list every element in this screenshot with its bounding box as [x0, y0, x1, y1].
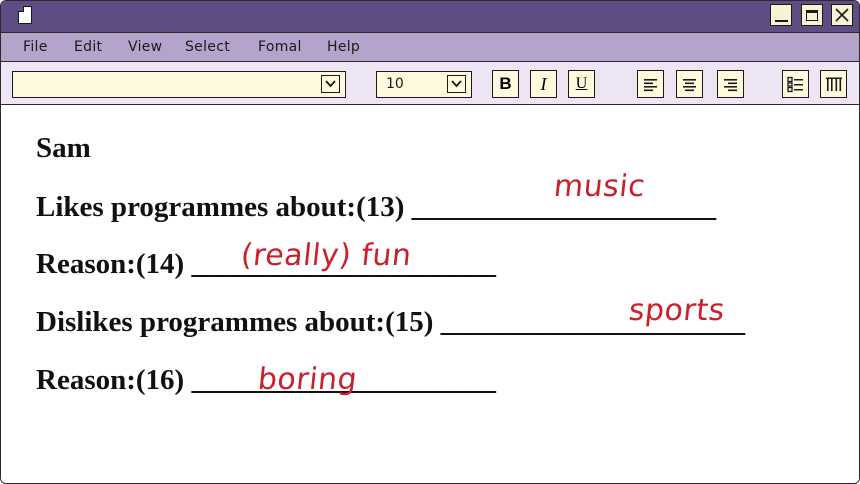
- answer-15: sports: [627, 293, 727, 328]
- menu-format[interactable]: Fomal: [258, 39, 302, 55]
- menu-bar: File Edit View Select Fomal Help: [1, 33, 859, 62]
- font-size-select[interactable]: 10: [376, 71, 472, 98]
- underline-button[interactable]: U: [568, 70, 595, 98]
- title-bar[interactable]: [1, 1, 859, 33]
- question-14-label: Reason:(14): [36, 248, 185, 280]
- font-size-value: 10: [386, 76, 404, 92]
- toolbar: 10 B I U: [1, 62, 859, 105]
- question-16-label: Reason:(16): [36, 364, 185, 396]
- minimize-icon: [774, 19, 788, 22]
- close-button[interactable]: [831, 4, 853, 26]
- bold-button[interactable]: B: [492, 70, 519, 98]
- align-right-button[interactable]: [717, 70, 744, 98]
- align-left-icon: [644, 78, 657, 91]
- font-dropdown-button[interactable]: [321, 75, 340, 93]
- menu-view[interactable]: View: [128, 39, 162, 55]
- maximize-button[interactable]: [801, 4, 823, 26]
- chevron-down-icon: [325, 80, 336, 88]
- answer-14: (really) fun: [239, 238, 414, 273]
- size-dropdown-button[interactable]: [447, 75, 466, 93]
- bullet-list-button[interactable]: [782, 70, 809, 98]
- minimize-button[interactable]: [770, 4, 792, 26]
- menu-file[interactable]: File: [23, 39, 48, 55]
- columns-icon: [825, 77, 842, 91]
- align-left-button[interactable]: [637, 70, 664, 98]
- answer-13: music: [552, 169, 648, 204]
- editor-window: File Edit View Select Fomal Help 10 B I: [0, 0, 860, 484]
- chevron-down-icon: [451, 80, 462, 88]
- align-center-button[interactable]: [676, 70, 703, 98]
- document-area[interactable]: Sam Likes programmes about:(13) ________…: [1, 105, 859, 483]
- menu-help[interactable]: Help: [327, 39, 360, 55]
- close-icon: [835, 8, 849, 22]
- student-name: Sam: [36, 132, 91, 164]
- question-13-label: Likes programmes about:(13): [36, 191, 405, 223]
- italic-button[interactable]: I: [530, 70, 557, 98]
- bullet-list-icon: [787, 76, 803, 92]
- menu-edit[interactable]: Edit: [74, 39, 102, 55]
- align-right-icon: [724, 78, 737, 91]
- question-15-label: Dislikes programmes about:(15): [36, 306, 434, 338]
- maximize-icon: [806, 9, 818, 21]
- answer-16: boring: [256, 362, 359, 397]
- align-center-icon: [683, 78, 696, 91]
- columns-button[interactable]: [820, 70, 847, 98]
- document-icon: [18, 6, 32, 24]
- menu-select[interactable]: Select: [185, 39, 230, 55]
- font-family-select[interactable]: [12, 71, 346, 98]
